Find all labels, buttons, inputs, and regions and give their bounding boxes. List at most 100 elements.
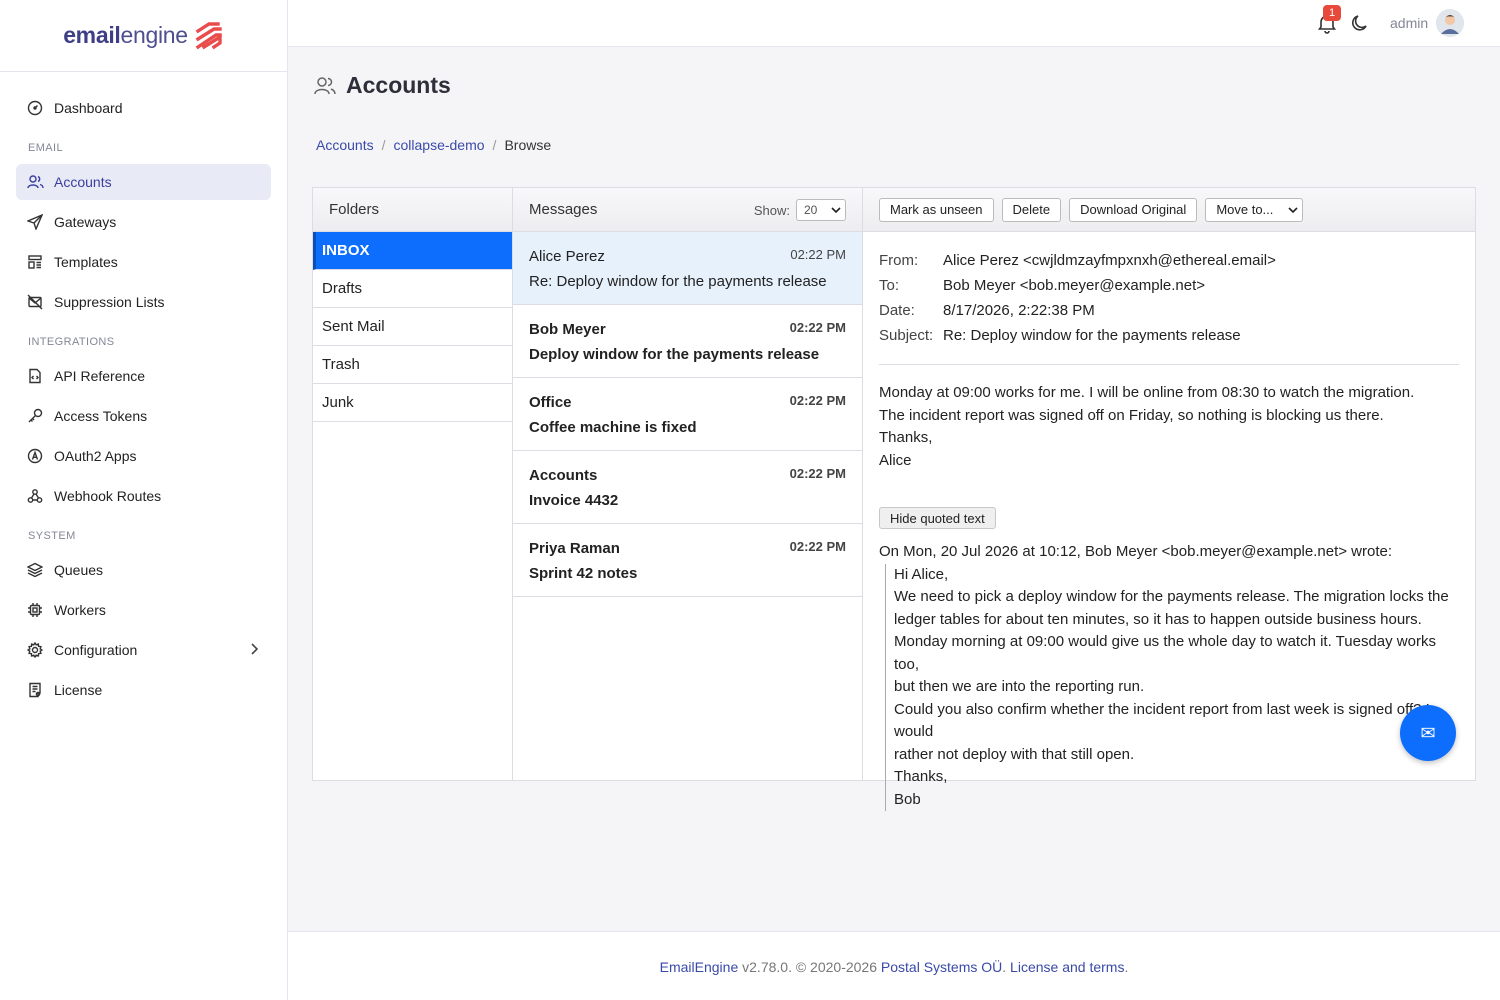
message-item[interactable]: Bob Meyer 02:22 PM Deploy window for the… (513, 305, 862, 378)
sidebar-item-label: Configuration (54, 642, 138, 658)
quoted-line: rather not deploy with that still open. (894, 745, 1135, 763)
from-value: Alice Perez <cwjldmzayfmpxnxh@ethereal.e… (943, 252, 1276, 269)
message-time: 02:22 PM (789, 466, 846, 481)
sidebar-item-templates[interactable]: Templates (16, 244, 271, 280)
moon-icon[interactable] (1350, 13, 1370, 33)
stack-icon (26, 561, 44, 579)
footer-company-link[interactable]: Postal Systems OÜ (881, 959, 1002, 975)
sidebar-item-webhook-routes[interactable]: Webhook Routes (16, 478, 271, 514)
quoted-text: Hi Alice, We need to pick a deploy windo… (885, 563, 1459, 811)
page-size-select[interactable]: 20 (796, 199, 846, 221)
breadcrumb-separator: / (492, 137, 497, 153)
sidebar-item-accounts[interactable]: Accounts (16, 164, 271, 200)
page-header: Accounts (314, 72, 451, 99)
brand-logo[interactable]: emailengine (0, 0, 287, 72)
message-time: 02:22 PM (789, 393, 846, 408)
date-value: 8/17/2026, 2:22:38 PM (943, 302, 1095, 319)
envelope-icon: ✉ (1420, 722, 1436, 743)
folder-sent-mail[interactable]: Sent Mail (313, 308, 512, 346)
key-icon (26, 407, 44, 425)
file-code-icon (26, 367, 44, 385)
footer-product-link[interactable]: EmailEngine (660, 959, 739, 975)
sidebar-item-license[interactable]: License (16, 672, 271, 708)
sidebar-item-oauth2-apps[interactable]: OAuth2 Apps (16, 438, 271, 474)
quoted-line: Bob (894, 790, 921, 808)
header-date: Date: 8/17/2026, 2:22:38 PM (879, 298, 1459, 323)
license-icon (26, 681, 44, 699)
sidebar-item-configuration[interactable]: Configuration (16, 632, 271, 668)
message-item[interactable]: Priya Raman 02:22 PM Sprint 42 notes (513, 524, 862, 597)
mail-browser: Folders INBOX Drafts Sent Mail Trash Jun… (312, 187, 1476, 811)
breadcrumb-account[interactable]: collapse-demo (393, 137, 484, 153)
sidebar-nav: Dashboard EMAIL Accounts Gateways Templa… (0, 72, 287, 708)
sidebar: emailengine Dashboard EMAIL Accounts Gat… (0, 0, 288, 1000)
footer-end: . (1124, 959, 1129, 975)
nav-heading-integrations: INTEGRATIONS (28, 336, 115, 348)
sidebar-item-dashboard[interactable]: Dashboard (16, 90, 271, 126)
message-item[interactable]: Accounts 02:22 PM Invoice 4432 (513, 451, 862, 524)
message-time: 02:22 PM (790, 247, 846, 262)
sidebar-item-label: Queues (54, 562, 104, 578)
message-content: From: Alice Perez <cwjldmzayfmpxnxh@ethe… (863, 232, 1475, 811)
message-item[interactable]: Office 02:22 PM Coffee machine is fixed (513, 378, 862, 451)
body-line: Thanks, (879, 429, 933, 446)
header-to: To: Bob Meyer <bob.meyer@example.net> (879, 273, 1459, 298)
quoted-line: ledger tables for about ten minutes, so … (894, 610, 1422, 628)
sidebar-item-label: API Reference (54, 368, 146, 384)
sidebar-item-workers[interactable]: Workers (16, 592, 271, 628)
sidebar-item-label: Access Tokens (54, 408, 148, 424)
move-to-label: Move to... (1216, 202, 1274, 217)
divider (879, 364, 1459, 365)
sidebar-item-gateways[interactable]: Gateways (16, 204, 271, 240)
users-icon (314, 76, 336, 94)
footer-license-link[interactable]: License and terms (1010, 959, 1124, 975)
sidebar-item-suppression-lists[interactable]: Suppression Lists (16, 284, 271, 320)
subject-label: Subject: (879, 327, 934, 344)
sidebar-item-queues[interactable]: Queues (16, 552, 271, 588)
chevron-down-icon (1288, 206, 1298, 213)
quoted-line: Could you also confirm whether the incid… (894, 700, 1430, 741)
message-time: 02:22 PM (789, 539, 846, 554)
body-line: Alice (879, 451, 912, 469)
sidebar-item-api-reference[interactable]: API Reference (16, 358, 271, 394)
body-line: Monday at 09:00 works for me. I will be … (879, 384, 1415, 401)
sidebar-item-label: Workers (54, 602, 106, 618)
topbar: 1 admin (288, 0, 1500, 47)
mark-unseen-button[interactable]: Mark as unseen (879, 197, 994, 222)
messages-panel: Messages Show: 20 Alice Perez 02:22 PM R… (513, 188, 863, 780)
message-sender: Office (529, 394, 572, 411)
template-icon (26, 253, 44, 271)
date-label: Date: (879, 302, 915, 319)
download-original-button[interactable]: Download Original (1069, 197, 1198, 222)
move-to-select[interactable]: Move to... (1205, 197, 1304, 222)
message-subject: Coffee machine is fixed (529, 419, 697, 436)
user-name[interactable]: admin (1390, 15, 1428, 31)
quoted-line: Hi Alice, (894, 565, 949, 583)
nav-heading-system: SYSTEM (28, 530, 76, 542)
message-reader: Mark as unseen Delete Download Original … (863, 188, 1475, 811)
quote-attribution: On Mon, 20 Jul 2026 at 10:12, Bob Meyer … (879, 543, 1393, 560)
message-sender: Bob Meyer (529, 321, 606, 338)
sidebar-item-label: Gateways (54, 214, 117, 230)
sidebar-item-access-tokens[interactable]: Access Tokens (16, 398, 271, 434)
footer-version: v2.78.0. © 2020-2026 (738, 959, 881, 975)
message-item[interactable]: Alice Perez 02:22 PM Re: Deploy window f… (513, 232, 862, 305)
avatar[interactable] (1436, 9, 1464, 37)
message-actions: Mark as unseen Delete Download Original … (863, 197, 1304, 222)
folder-drafts[interactable]: Drafts (313, 270, 512, 308)
quoted-line: but then we are into the reporting run. (894, 678, 1145, 695)
sidebar-item-label: Suppression Lists (54, 294, 165, 310)
compose-button[interactable]: ✉ (1400, 705, 1456, 761)
hide-quoted-text-button[interactable]: Hide quoted text (879, 507, 996, 529)
header-subject: Subject: Re: Deploy window for the payme… (879, 323, 1459, 348)
chevron-right-icon (249, 642, 259, 659)
breadcrumb-accounts[interactable]: Accounts (316, 137, 374, 153)
sidebar-item-label: License (54, 682, 103, 698)
speedometer-icon (26, 99, 44, 117)
mail-off-icon (26, 293, 44, 311)
folder-inbox[interactable]: INBOX (313, 232, 512, 270)
delete-button[interactable]: Delete (1001, 197, 1062, 222)
page-size-value: 20 (804, 203, 818, 217)
folder-trash[interactable]: Trash (313, 346, 512, 384)
folder-junk[interactable]: Junk (313, 384, 512, 422)
